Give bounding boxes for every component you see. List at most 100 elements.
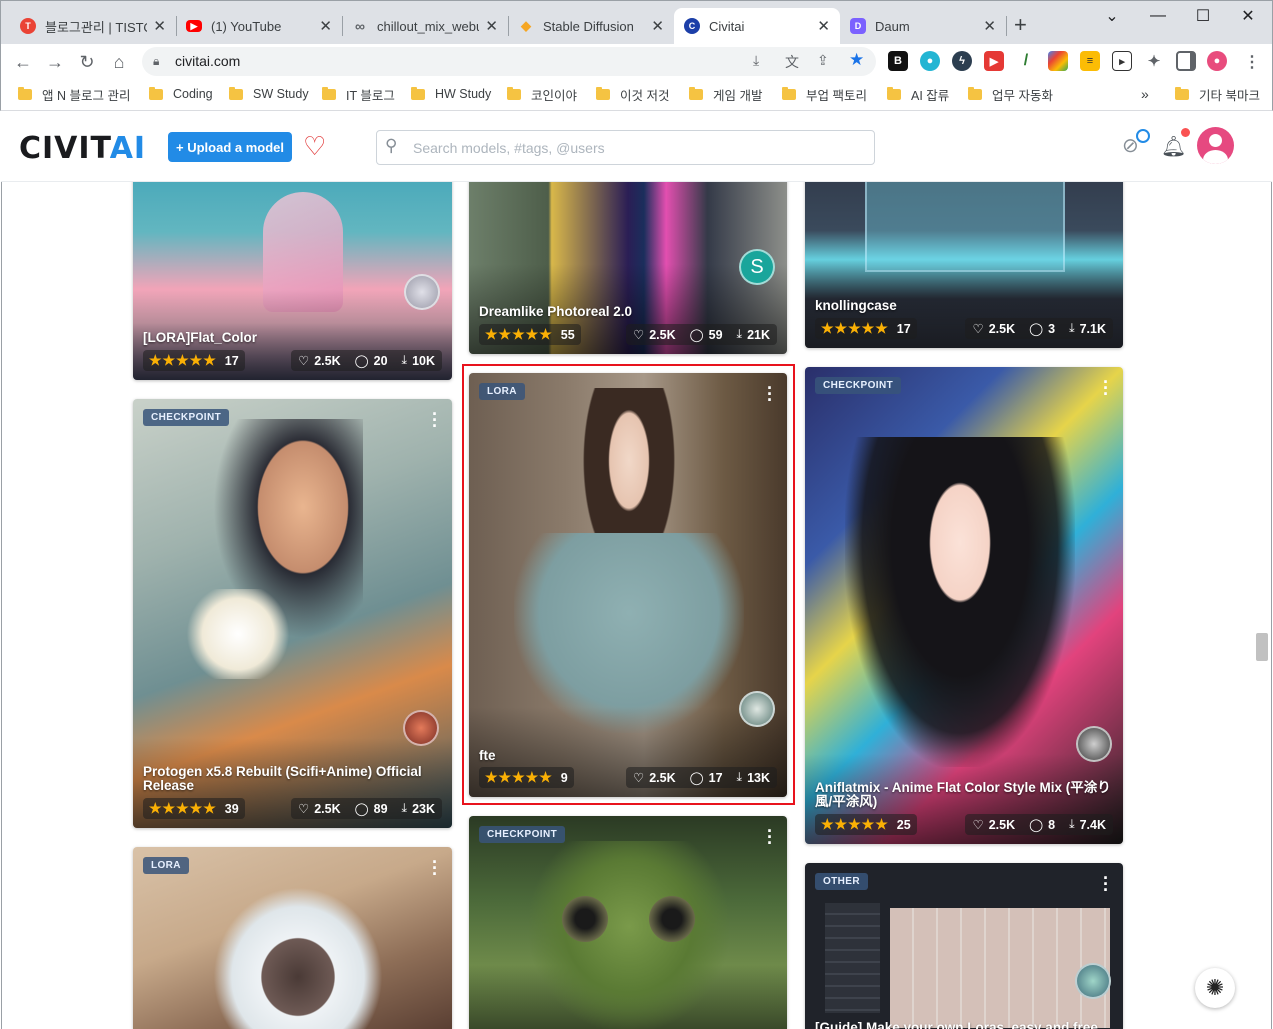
bookmark-folder[interactable]: 코인이야	[507, 84, 577, 104]
more-options-icon[interactable]: · · ·	[767, 379, 773, 409]
creator-avatar[interactable]	[1076, 726, 1112, 762]
menu-icon[interactable]: ⋮	[1244, 52, 1260, 72]
bookmark-folder[interactable]: Coding	[149, 84, 213, 104]
more-options-icon[interactable]: · · ·	[1103, 373, 1109, 403]
profile-avatar-icon[interactable]: ●	[1207, 51, 1227, 71]
close-icon[interactable]: ✕	[817, 17, 830, 35]
home-icon[interactable]: ⌂	[105, 48, 133, 76]
new-tab-button[interactable]: +	[1014, 12, 1027, 38]
heart-icon: ♡	[298, 354, 310, 368]
model-card[interactable]: OTHER · · · [Guide] Make your own Loras, e…	[805, 863, 1123, 1029]
side-panel-icon[interactable]	[1176, 51, 1196, 71]
card-title[interactable]: Protogen x5.8 Rebuilt (Scifi+Anime) Offi…	[143, 765, 442, 793]
heart-icon: ♡	[633, 771, 645, 785]
model-card[interactable]: [LORA]Flat_Color ★★★★★ 17 ♡ 2.5K ◯ 20 ⤓ 10K	[133, 152, 452, 380]
model-card[interactable]: LORA · · · fte ★★★★★ 9 ♡ 2.5K ◯ 17 ⤓ 13K	[469, 373, 787, 797]
bookmark-folder[interactable]: 이것 저것	[596, 84, 669, 104]
creator-avatar[interactable]	[404, 274, 440, 310]
bookmark-star-icon[interactable]: ★	[849, 50, 864, 70]
bookmarks-overflow[interactable]: »	[1141, 84, 1149, 104]
bookmark-folder[interactable]: 게임 개발	[689, 84, 762, 104]
share-icon[interactable]: ⇪	[817, 52, 829, 69]
chat-extension-icon[interactable]: ●	[920, 51, 940, 71]
card-title[interactable]: knollingcase	[815, 299, 1113, 313]
creator-avatar[interactable]: S	[739, 249, 775, 285]
like-stat[interactable]: ♡ 2.5K	[626, 770, 683, 786]
more-options-icon[interactable]: · · ·	[432, 853, 438, 883]
user-avatar[interactable]	[1197, 127, 1234, 164]
model-card[interactable]: CHECKPOINT · · · Protogen x5.8 Rebuilt (Sc…	[133, 399, 452, 828]
bookmark-folder[interactable]: 업무 자동화	[968, 84, 1053, 104]
bookmark-folder[interactable]: AI 잡류	[887, 84, 949, 104]
like-stat[interactable]: ♡ 2.5K	[965, 817, 1022, 833]
rating-badge: ★★★★★ 25	[815, 814, 917, 835]
tab-search-icon[interactable]: ⌄	[1092, 4, 1132, 28]
model-card[interactable]: S Dreamlike Photoreal 2.0 ★★★★★ 55 ♡ 2.5K …	[469, 152, 787, 354]
more-options-icon[interactable]: · · ·	[1103, 869, 1109, 899]
tab-civitai[interactable]: C Civitai ✕	[674, 8, 840, 44]
page-scrollbar[interactable]	[1256, 633, 1268, 661]
model-card[interactable]: LORA · · ·	[133, 847, 452, 1029]
download-icon: ⤓	[736, 327, 743, 341]
more-options-icon[interactable]: · · ·	[767, 822, 773, 852]
search-input[interactable]: Search models, #tags, @users	[376, 130, 875, 165]
address-bar[interactable]	[142, 47, 876, 76]
like-stat[interactable]: ♡ 2.5K	[291, 353, 348, 369]
chatgpt-icon[interactable]: ✺	[1195, 968, 1235, 1008]
translate-icon[interactable]: 文	[785, 52, 799, 72]
bookmark-folder[interactable]: HW Study	[411, 84, 491, 104]
creator-avatar[interactable]	[403, 710, 439, 746]
card-title[interactable]: Dreamlike Photoreal 2.0	[479, 305, 777, 319]
tab-chillout[interactable]: ∞ chillout_mix_webui ✕	[342, 8, 508, 44]
card-title[interactable]: Aniflatmix - Anime Flat Color Style Mix …	[815, 781, 1113, 809]
bookmark-folder[interactable]: IT 블로그	[322, 84, 395, 104]
color-extension-icon[interactable]	[1048, 51, 1068, 71]
close-icon[interactable]: ✕	[485, 17, 498, 35]
tab-youtube[interactable]: ▶ (1) YouTube ✕	[176, 8, 342, 44]
maximize-icon[interactable]: ☐	[1183, 4, 1223, 28]
forward-icon[interactable]: →	[41, 48, 69, 76]
like-stat[interactable]: ♡ 2.5K	[291, 801, 348, 817]
close-window-icon[interactable]: ✕	[1228, 4, 1268, 28]
highlighter-extension-icon[interactable]: ≡	[1080, 51, 1100, 71]
model-card[interactable]: CHECKPOINT · · · Aniflatmix - Anime Flat C…	[805, 367, 1123, 844]
reload-icon[interactable]: ↻	[73, 48, 101, 76]
tab-title: chillout_mix_webui	[377, 18, 480, 34]
close-icon[interactable]: ✕	[651, 17, 664, 35]
upload-model-button[interactable]: + Upload a model	[168, 132, 292, 162]
puzzle-icon[interactable]: ✦	[1144, 51, 1164, 71]
bookmark-folder[interactable]: 앱 N 블로그 관리	[18, 84, 130, 104]
other-bookmarks[interactable]: 기타 북마크	[1175, 84, 1260, 104]
close-icon[interactable]: ✕	[983, 17, 996, 35]
card-title[interactable]: fte	[479, 749, 777, 763]
notion-extension-icon[interactable]: B	[888, 51, 908, 71]
tab-daum[interactable]: D Daum ✕	[840, 8, 1006, 44]
card-title[interactable]: [LORA]Flat_Color	[143, 331, 442, 345]
like-stat[interactable]: ♡ 2.5K	[626, 327, 683, 343]
close-icon[interactable]: ✕	[319, 17, 332, 35]
back-icon[interactable]: ←	[9, 48, 37, 76]
install-app-icon[interactable]: ⤓	[753, 52, 759, 69]
civitai-logo[interactable]: CIVITAI	[19, 131, 146, 166]
tab-stable-diffusion[interactable]: ◆ Stable Diffusion ✕	[508, 8, 674, 44]
like-stat[interactable]: ♡ 2.5K	[965, 321, 1022, 337]
heart-icon[interactable]: ♡	[303, 131, 326, 161]
creator-avatar[interactable]	[1075, 963, 1111, 999]
star-rating-icon: ★★★★★	[485, 326, 553, 342]
card-title[interactable]: [Guide] Make your own Loras, easy and fr…	[815, 1021, 1113, 1029]
reader-extension-icon[interactable]: ▸	[1112, 51, 1132, 71]
bookmark-folder[interactable]: SW Study	[229, 84, 309, 104]
more-options-icon[interactable]: · · ·	[432, 405, 438, 435]
pen-extension-icon[interactable]: /	[1016, 51, 1036, 71]
tab-tistory[interactable]: T 블로그관리 | TISTO ✕	[10, 8, 176, 44]
video-extension-icon[interactable]: ▶	[984, 51, 1004, 71]
lightning-extension-icon[interactable]: ϟ	[952, 51, 972, 71]
bell-icon[interactable]: 🔔︎	[1161, 134, 1186, 159]
close-icon[interactable]: ✕	[153, 17, 166, 35]
bookmark-folder[interactable]: 부업 팩토리	[782, 84, 867, 104]
minimize-icon[interactable]: —	[1138, 4, 1178, 28]
model-card[interactable]: CHECKPOINT · · ·	[469, 816, 787, 1029]
creator-avatar[interactable]	[739, 691, 775, 727]
url-text[interactable]: civitai.com	[175, 53, 240, 69]
download-stat: ⤓ 13K	[736, 770, 770, 785]
